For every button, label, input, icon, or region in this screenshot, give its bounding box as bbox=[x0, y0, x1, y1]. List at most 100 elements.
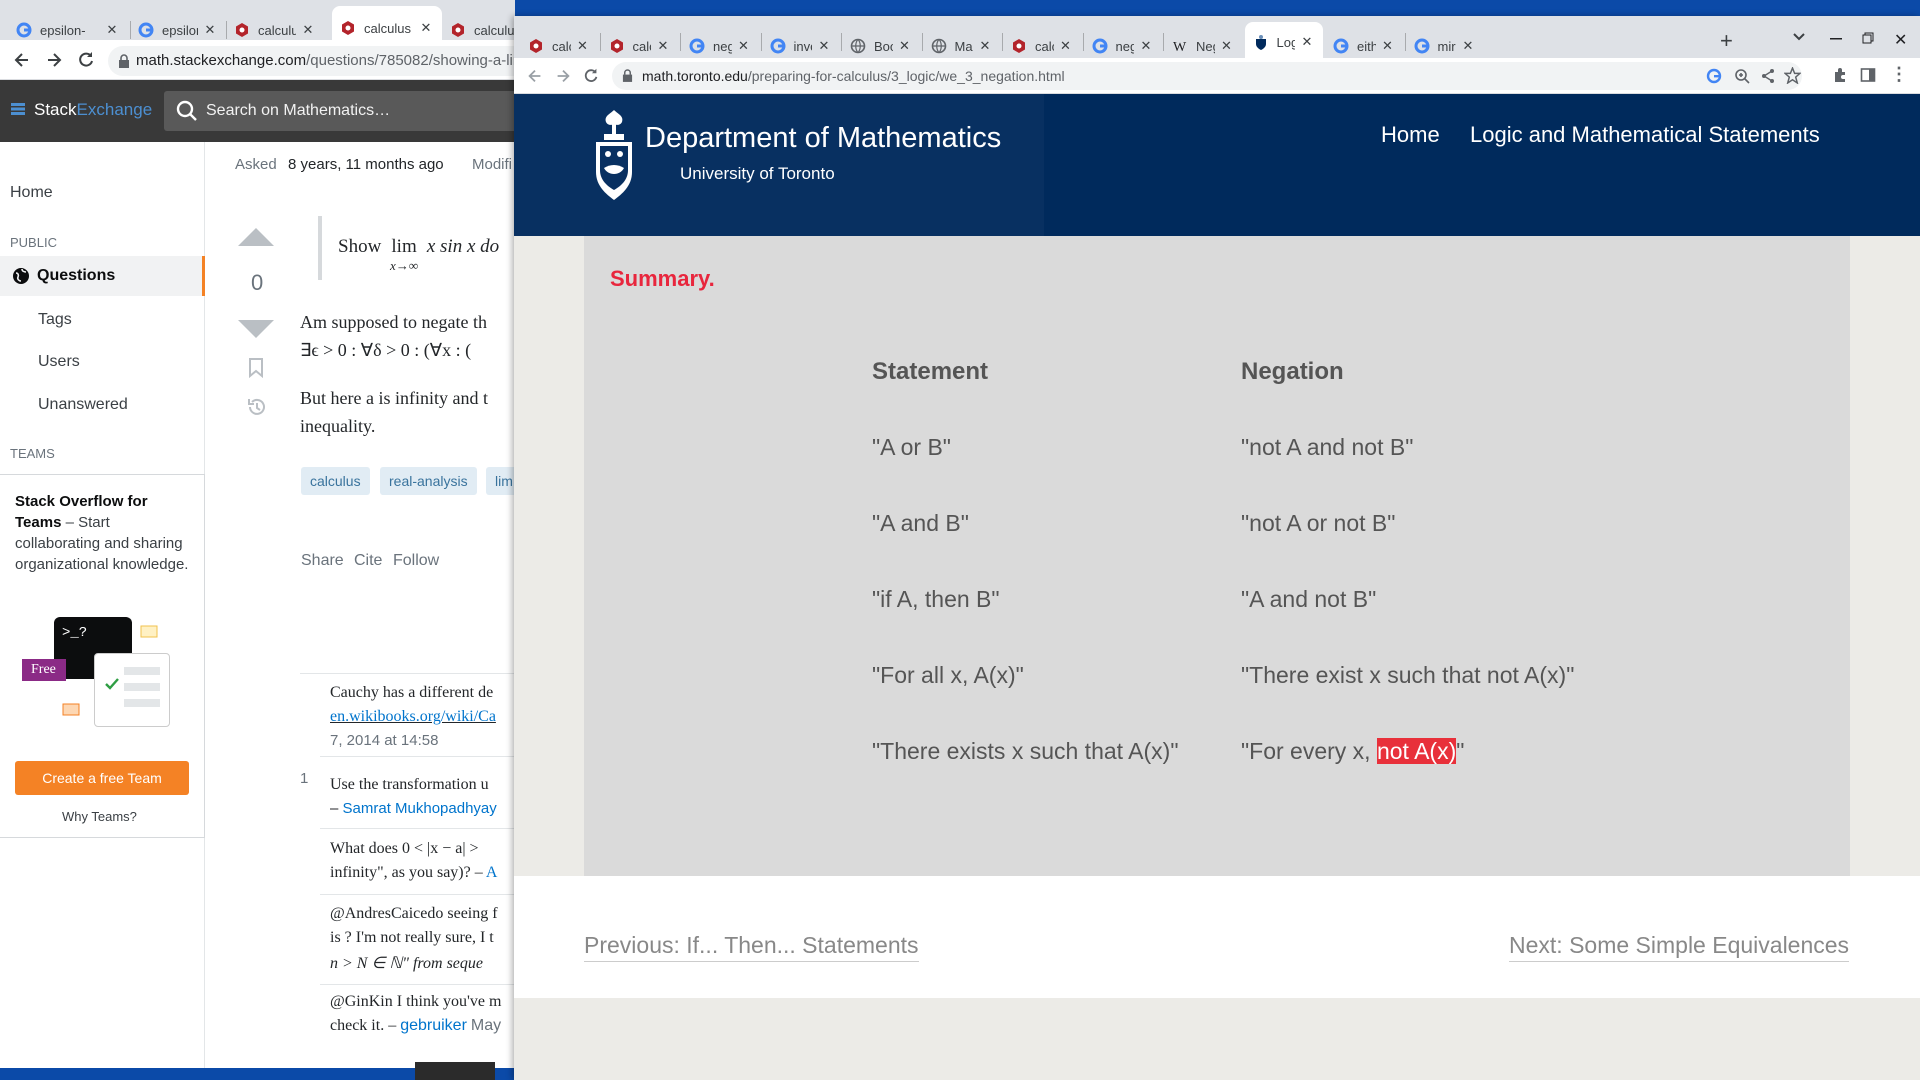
stackexchange-math-icon bbox=[609, 38, 625, 54]
google-icon bbox=[138, 22, 154, 38]
back-arrow-icon[interactable] bbox=[526, 67, 544, 85]
create-team-button[interactable]: Create a free Team bbox=[15, 761, 189, 795]
next-page-link[interactable]: Next: Some Simple Equivalences bbox=[1509, 932, 1850, 962]
close-window-icon[interactable]: ✕ bbox=[1894, 30, 1907, 50]
google-icon bbox=[1333, 38, 1349, 54]
checkmark-icon bbox=[104, 677, 120, 691]
previous-page-link[interactable]: Previous: If... Then... Statements bbox=[584, 932, 919, 962]
close-icon[interactable]: ✕ bbox=[977, 38, 993, 54]
tab-label: mirror bbox=[1437, 38, 1457, 54]
bookmark-star-icon[interactable] bbox=[1784, 67, 1801, 84]
google-translate-icon[interactable] bbox=[1706, 68, 1722, 84]
upvote-icon[interactable] bbox=[236, 226, 276, 248]
url-domain: math.toronto.edu bbox=[642, 68, 748, 84]
stackexchange-logo-text[interactable]: StackExchange bbox=[34, 100, 152, 120]
nav-home[interactable]: Home bbox=[1381, 122, 1440, 148]
stackexchange-logo-icon[interactable] bbox=[10, 102, 26, 118]
svg-text:W: W bbox=[1173, 40, 1187, 54]
globe-icon bbox=[850, 38, 866, 54]
browser-tab[interactable]: Logic✕ bbox=[1244, 22, 1323, 62]
close-icon[interactable]: ✕ bbox=[1380, 38, 1396, 54]
reload-icon[interactable] bbox=[76, 50, 96, 70]
negation-cell: "For every x, not A(x)" bbox=[1241, 738, 1465, 764]
downvote-icon[interactable] bbox=[236, 318, 276, 340]
tab-label: epsilon- bbox=[40, 22, 86, 38]
terminal-text: >_? bbox=[62, 625, 88, 641]
tag-calculus[interactable]: calculus bbox=[301, 467, 370, 495]
url-field[interactable]: math.toronto.edu/preparing-for-calculus/… bbox=[612, 62, 1802, 90]
maximize-icon[interactable] bbox=[1862, 32, 1874, 44]
reload-icon[interactable] bbox=[582, 67, 600, 85]
statement-cell: "For all x, A(x)" bbox=[872, 662, 1024, 688]
google-icon bbox=[1414, 38, 1430, 54]
tab-label: calcul bbox=[1035, 38, 1054, 54]
forward-arrow-icon[interactable] bbox=[44, 50, 64, 70]
close-icon[interactable]: ✕ bbox=[1219, 38, 1235, 54]
close-icon[interactable]: ✕ bbox=[1138, 38, 1154, 54]
statement-cell: "if A, then B" bbox=[872, 586, 1000, 612]
teams-promo: Stack Overflow for Teams – Start collabo… bbox=[0, 474, 205, 838]
new-tab-button[interactable]: + bbox=[1720, 28, 1733, 54]
close-icon[interactable]: ✕ bbox=[418, 20, 434, 36]
close-icon[interactable]: ✕ bbox=[1058, 38, 1074, 54]
sidebar-item-unanswered[interactable]: Unanswered bbox=[38, 396, 128, 414]
follow-link[interactable]: Follow bbox=[393, 552, 439, 570]
page-content: Summary. Statement Negation "A or B" "no… bbox=[514, 236, 1920, 1080]
side-panel-icon[interactable] bbox=[1860, 67, 1876, 83]
search-input[interactable]: Search on Mathematics… bbox=[164, 91, 515, 131]
close-icon[interactable]: ✕ bbox=[202, 22, 218, 38]
chat-bubble-icon bbox=[140, 625, 158, 641]
close-icon[interactable]: ✕ bbox=[655, 38, 671, 54]
bookmark-icon[interactable] bbox=[248, 358, 264, 378]
sidebar-item-home[interactable]: Home bbox=[10, 184, 53, 202]
sidebar-item-users[interactable]: Users bbox=[38, 353, 80, 371]
url-field[interactable]: math.stackexchange.com/questions/785082/… bbox=[108, 46, 515, 76]
close-icon[interactable]: ✕ bbox=[816, 38, 832, 54]
quote-bar bbox=[318, 216, 322, 280]
why-teams-link[interactable]: Why Teams? bbox=[62, 809, 137, 824]
sidebar-item-tags[interactable]: Tags bbox=[38, 311, 72, 329]
header-negation: Negation bbox=[1241, 358, 1344, 385]
statement-cell: "There exists x such that A(x)" bbox=[872, 738, 1179, 764]
history-icon[interactable] bbox=[246, 396, 268, 418]
extensions-icon[interactable] bbox=[1832, 67, 1848, 83]
tag-real-analysis[interactable]: real-analysis bbox=[380, 467, 477, 495]
asked-value: 8 years, 11 months ago bbox=[288, 156, 444, 173]
header-statement: Statement bbox=[872, 358, 989, 385]
comment: check it. – gebruiker May bbox=[330, 1017, 502, 1034]
selected-text[interactable]: not A(x) bbox=[1376, 738, 1457, 764]
google-icon bbox=[16, 22, 32, 38]
negation-cell: "A and not B" bbox=[1241, 586, 1377, 612]
background-browser-window: epsilon- ✕ epsilon ( ✕ calculus ✕ calcul… bbox=[0, 0, 515, 1068]
comment-link[interactable]: en.wikibooks.org/wiki/Ca bbox=[330, 708, 496, 726]
comment-author[interactable]: – Samrat Mukhopadhyay bbox=[330, 800, 497, 817]
stackexchange-math-icon bbox=[340, 20, 356, 36]
share-icon[interactable] bbox=[1760, 68, 1776, 84]
menu-icon[interactable]: ⋮ bbox=[1890, 64, 1908, 85]
back-arrow-icon[interactable] bbox=[12, 50, 32, 70]
comment: Cauchy has a different de bbox=[330, 684, 494, 701]
share-link[interactable]: Share bbox=[301, 552, 344, 570]
close-icon[interactable]: ✕ bbox=[104, 22, 120, 38]
forward-arrow-icon[interactable] bbox=[554, 67, 572, 85]
left-sidebar: Home PUBLIC Questions Tags Users Unanswe… bbox=[0, 142, 205, 1068]
zoom-icon[interactable] bbox=[1734, 68, 1750, 84]
close-icon[interactable]: ✕ bbox=[1460, 38, 1476, 54]
chat-bubble-icon bbox=[62, 703, 80, 721]
pager-footer: Previous: If... Then... Statements Next:… bbox=[514, 876, 1920, 998]
minimize-icon[interactable] bbox=[1830, 38, 1842, 40]
tab-label: Negat bbox=[1196, 38, 1215, 54]
comment: infinity", as you say)? – A bbox=[330, 864, 498, 881]
close-icon[interactable]: ✕ bbox=[736, 38, 752, 54]
close-icon[interactable]: ✕ bbox=[575, 38, 591, 54]
sidebar-item-questions[interactable]: Questions bbox=[0, 256, 205, 296]
close-icon[interactable]: ✕ bbox=[897, 38, 913, 54]
tab-search-icon[interactable] bbox=[1792, 32, 1806, 42]
comment: What does 0 < |x − a| > bbox=[330, 840, 479, 857]
stackexchange-math-icon bbox=[234, 22, 250, 38]
close-icon[interactable]: ✕ bbox=[1299, 34, 1315, 50]
cite-link[interactable]: Cite bbox=[354, 552, 382, 570]
tag-limits[interactable]: lim bbox=[486, 467, 515, 495]
nav-logic[interactable]: Logic and Mathematical Statements bbox=[1470, 122, 1820, 148]
close-icon[interactable]: ✕ bbox=[300, 22, 316, 38]
